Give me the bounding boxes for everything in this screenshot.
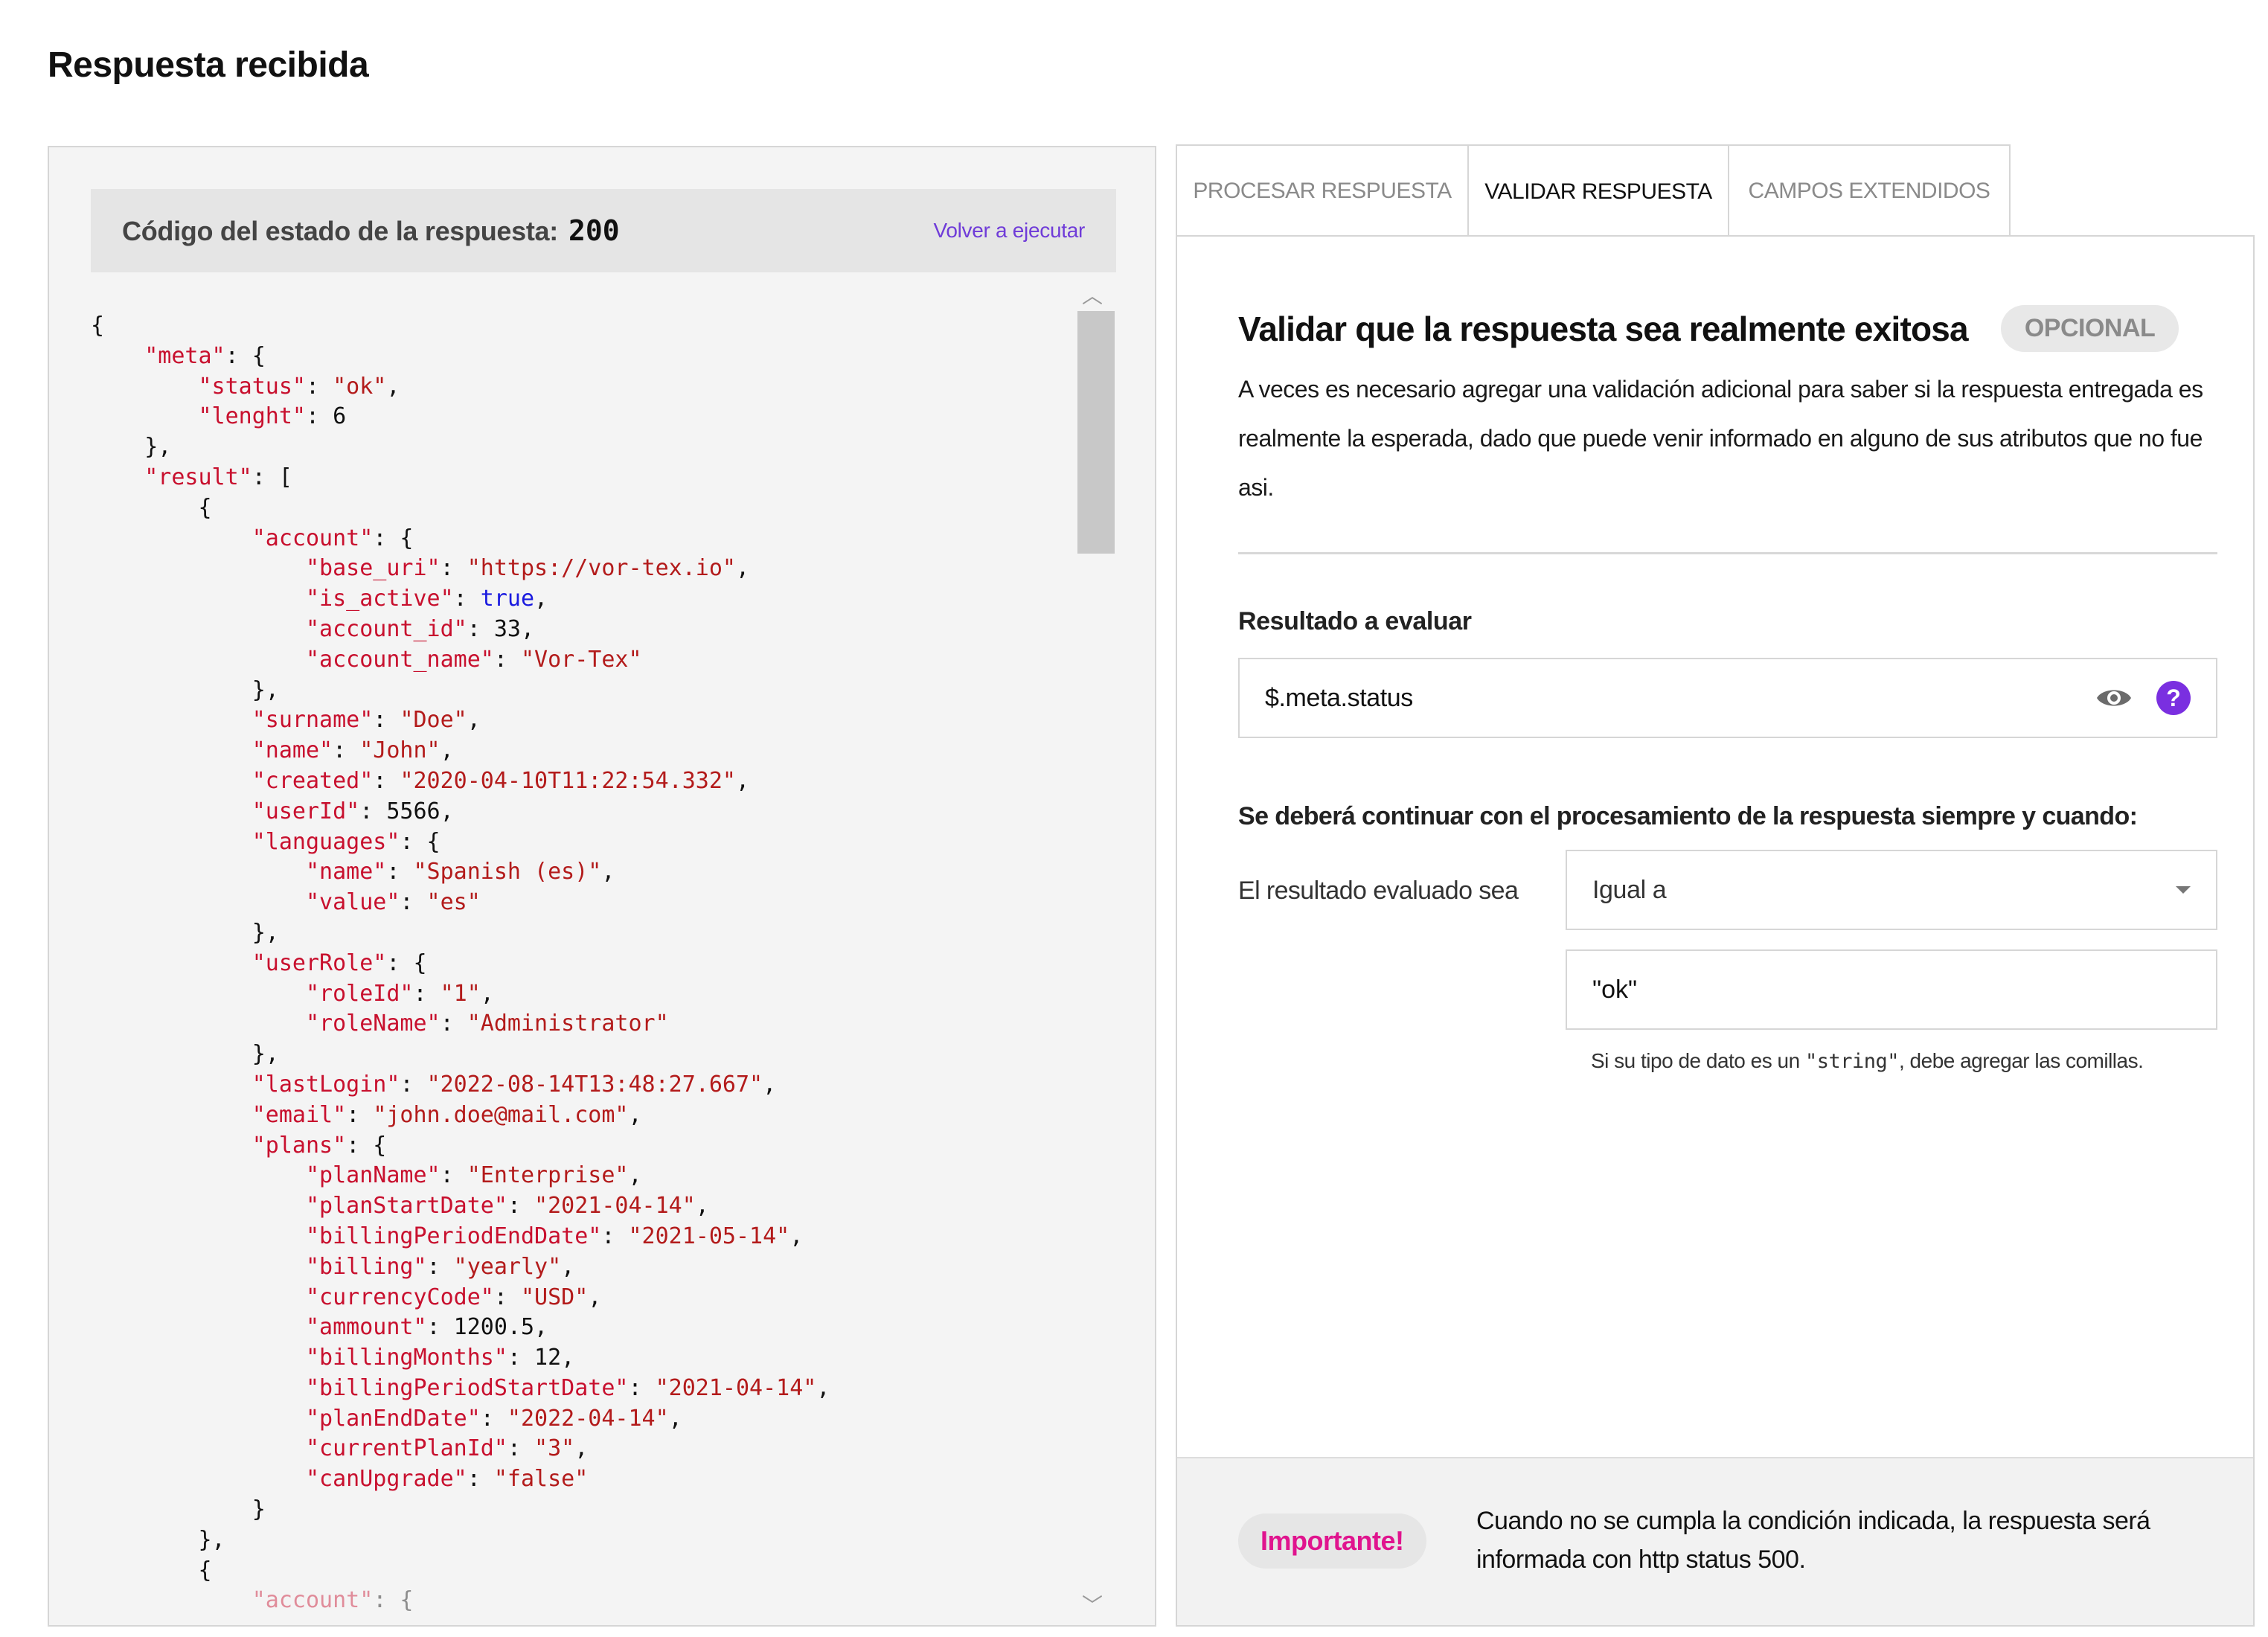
condition-label: El resultado evaluado sea <box>1238 877 1519 905</box>
tab-procesar-respuesta[interactable]: PROCESAR RESPUESTA <box>1176 144 1469 237</box>
tab-validar-respuesta[interactable]: VALIDAR RESPUESTA <box>1469 144 1729 238</box>
json-line: "planStartDate": "2021-04-14", <box>305 1193 709 1220</box>
json-line: "account": { <box>252 1587 414 1614</box>
json-line: }, <box>91 434 172 461</box>
operator-selected: Igual a <box>1592 875 1667 904</box>
response-panel: Código del estado de la respuesta: 200 Vo… <box>48 146 1156 1627</box>
compare-value-input[interactable] <box>1592 975 2191 1005</box>
json-line: "planName": "Enterprise", <box>305 1162 642 1189</box>
important-badge: Importante! <box>1238 1513 1426 1569</box>
json-line: "lastLogin": "2022-08-14T13:48:27.667", <box>252 1071 777 1098</box>
scroll-up-icon[interactable]: ︿ <box>1071 281 1113 311</box>
hint-code: "string" <box>1804 1050 1900 1073</box>
tab-campos-extendidos[interactable]: CAMPOS EXTENDIDOS <box>1729 144 2011 237</box>
important-notice: Importante! Cuando no se cumpla la condi… <box>1177 1457 2253 1625</box>
json-line: "userRole": { <box>252 949 427 976</box>
scroll-down-icon[interactable]: ﹀ <box>1071 1591 1113 1621</box>
json-line: "currentPlanId": "3", <box>305 1435 589 1462</box>
json-line: "languages": { <box>252 828 441 855</box>
json-line: "plans": { <box>252 1132 387 1159</box>
json-line: "roleId": "1", <box>305 980 494 1007</box>
json-line: "value": "es" <box>305 889 481 916</box>
json-line: } <box>91 1496 266 1523</box>
json-line: "canUpgrade": "false" <box>305 1466 589 1493</box>
json-line: }, <box>91 1041 279 1068</box>
rerun-link[interactable]: Volver a ejecutar <box>934 219 1086 243</box>
status-label: Código del estado de la respuesta: <box>122 216 558 246</box>
tab-bar: PROCESAR RESPUESTA VALIDAR RESPUESTA CAM… <box>1176 144 2011 238</box>
json-line: }, <box>91 1526 225 1553</box>
result-field: ? <box>1238 658 2217 738</box>
condition-title: Se deberá continuar con el procesamiento… <box>1238 802 2138 830</box>
json-line: "account_id": 33, <box>305 615 535 642</box>
json-line: "account_name": "Vor-Tex" <box>305 646 642 673</box>
section-title: Validar que la respuesta sea realmente e… <box>1238 305 2179 352</box>
json-line: { <box>91 313 105 339</box>
json-line: "billingMonths": 12, <box>305 1345 575 1371</box>
string-hint: Si su tipo de dato es un "string", debe … <box>1591 1049 2144 1073</box>
section-title-text: Validar que la respuesta sea realmente e… <box>1238 309 1969 348</box>
json-viewer[interactable]: { "meta": { "status": "ok", "lenght": 6 … <box>91 311 1088 1621</box>
json-line: "billingPeriodStartDate": "2021-04-14", <box>305 1374 830 1401</box>
json-line: "billing": "yearly", <box>305 1253 575 1280</box>
optional-badge: OPCIONAL <box>2000 305 2179 352</box>
hint-prefix: Si su tipo de dato es un <box>1591 1049 1805 1072</box>
json-code: { "meta": { "status": "ok", "lenght": 6 … <box>91 311 1088 1616</box>
json-line: "base_uri": "https://vor-tex.io", <box>305 555 750 582</box>
compare-field <box>1566 949 2217 1030</box>
json-line: "roleName": "Administrator" <box>305 1010 669 1037</box>
scrollbar[interactable]: ︿ ﹀ <box>1071 281 1115 1621</box>
json-line: "name": "John", <box>252 737 454 764</box>
json-line: "meta": { <box>144 342 266 369</box>
json-line: { <box>91 1557 212 1583</box>
status-bar: Código del estado de la respuesta: 200 Vo… <box>91 189 1116 272</box>
json-line: "currencyCode": "USD", <box>305 1284 602 1310</box>
json-line: "billingPeriodEndDate": "2021-05-14", <box>305 1223 804 1249</box>
status-code: 200 <box>568 214 620 247</box>
result-input[interactable] <box>1265 683 2095 713</box>
json-line: "userId": 5566, <box>252 798 454 824</box>
help-icon[interactable]: ? <box>2156 681 2191 715</box>
scroll-thumb[interactable] <box>1077 311 1115 554</box>
hint-suffix: , debe agregar las comillas. <box>1898 1049 2144 1072</box>
json-line: "lenght": 6 <box>198 403 347 430</box>
json-line: "status": "ok", <box>198 373 400 400</box>
json-line: "created": "2020-04-10T11:22:54.332", <box>252 767 750 794</box>
section-description: A veces es necesario agregar una validac… <box>1238 376 2203 501</box>
json-line: "result": [ <box>144 464 292 490</box>
status-line: Código del estado de la respuesta: 200 <box>122 214 620 247</box>
result-label: Resultado a evaluar <box>1238 607 1472 635</box>
page-title: Respuesta recibida <box>48 45 369 85</box>
json-line: "email": "john.doe@mail.com", <box>252 1101 642 1128</box>
json-line: "ammount": 1200.5, <box>305 1314 548 1341</box>
json-line: "name": "Spanish (es)", <box>305 859 615 885</box>
json-line: { <box>91 494 212 521</box>
eye-icon[interactable] <box>2095 683 2133 713</box>
json-line: "surname": "Doe", <box>252 707 481 734</box>
json-line: }, <box>91 676 279 703</box>
operator-select[interactable]: Igual a <box>1566 850 2217 930</box>
divider <box>1238 552 2217 554</box>
json-line: "planEndDate": "2022-04-14", <box>305 1405 682 1432</box>
json-line: "account": { <box>252 525 414 551</box>
chevron-down-icon <box>2176 886 2191 894</box>
json-line: }, <box>91 919 279 946</box>
notice-text: Cuando no se cumpla la condición indicad… <box>1476 1507 2150 1574</box>
json-line: "is_active": true, <box>305 586 548 612</box>
validation-panel: Validar que la respuesta sea realmente e… <box>1176 235 2255 1627</box>
